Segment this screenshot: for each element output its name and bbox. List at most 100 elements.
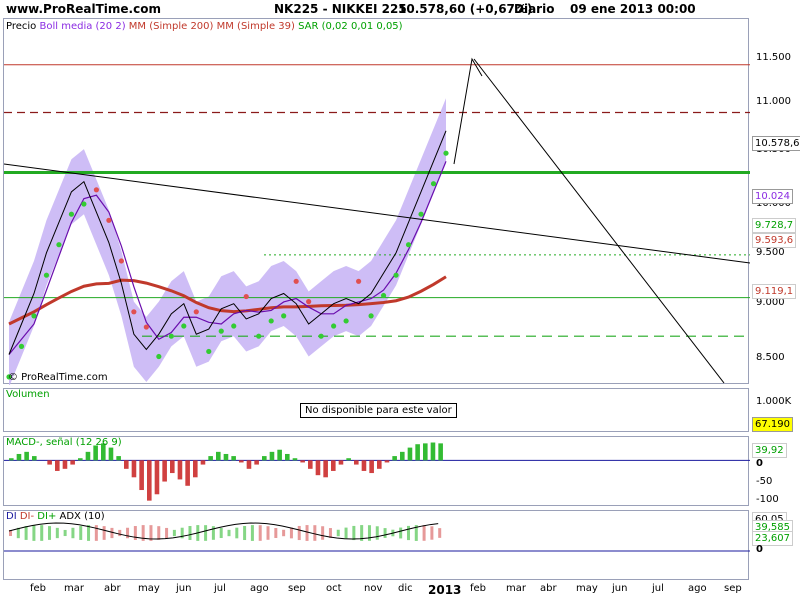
legend-adx: ADX (10) <box>59 511 105 522</box>
x-axis-label: dic <box>398 583 413 594</box>
di-bar <box>243 525 247 541</box>
di-bar <box>305 525 309 541</box>
sar-dot <box>168 333 174 339</box>
macd-bar <box>300 460 305 463</box>
di-bar <box>250 525 254 541</box>
macd-bar <box>354 460 359 465</box>
di-bar <box>188 526 192 540</box>
price-ytick: 8.500 <box>756 352 785 363</box>
sar-dot <box>118 258 124 264</box>
price-ytick: 11.000 <box>756 96 791 107</box>
x-axis-label: mar <box>64 583 84 594</box>
legend-di-plus: DI+ <box>37 511 57 522</box>
watermark: © ProRealTime.com <box>8 372 108 383</box>
sar-dot <box>206 348 212 355</box>
x-axis-label: feb <box>30 583 47 594</box>
price-panel[interactable] <box>3 18 751 388</box>
macd-bar <box>377 460 382 469</box>
x-axis-label: may <box>138 583 160 594</box>
di-bar <box>399 527 403 539</box>
macd-bar <box>285 453 290 461</box>
sar-dot <box>343 318 349 324</box>
macd-bar <box>392 456 397 461</box>
dmi-ytick: 0 <box>756 544 763 555</box>
di-bar <box>204 525 208 541</box>
legend-di: DI <box>6 511 17 522</box>
dmi-legend: DI DI- DI+ ADX (10) <box>6 511 105 522</box>
di-bar <box>266 526 270 540</box>
macd-legend: MACD-, señal (12 26 9) <box>6 437 122 448</box>
di-bar <box>352 525 356 541</box>
di-bar <box>79 526 83 540</box>
price-ytick: 9.500 <box>756 247 785 258</box>
macd-bar <box>216 451 221 461</box>
macd-bar <box>400 451 405 461</box>
sar-dot <box>243 293 249 300</box>
sar-badge: 9.728,7 <box>752 218 797 233</box>
legend-mm200: MM (Simple 200) <box>128 21 214 32</box>
macd-ytick: -100 <box>756 494 779 505</box>
di-bar <box>227 529 231 537</box>
macd-bar <box>185 460 190 486</box>
macd-bar <box>407 447 413 461</box>
sar-dot <box>218 328 224 334</box>
macd-bar <box>124 460 129 469</box>
di-bar <box>235 527 239 539</box>
di-bar <box>172 529 176 537</box>
di-bar <box>40 525 44 541</box>
macd-bar <box>116 456 121 461</box>
macd-bar <box>292 458 298 461</box>
macd-bar <box>423 443 428 461</box>
x-axis-label: ago <box>688 583 707 594</box>
di-bar <box>87 525 91 541</box>
macd-bar <box>70 460 75 465</box>
macd-bar <box>200 460 206 465</box>
volume-legend: Volumen <box>6 389 50 400</box>
sar-dot <box>81 201 87 207</box>
sar-dot <box>231 323 237 329</box>
di-bar <box>367 525 371 541</box>
x-axis-label: sep <box>288 583 306 594</box>
x-axis-label: abr <box>540 583 557 594</box>
legend-sar: SAR (0,02 0,01 0,05) <box>298 21 403 32</box>
macd-bar <box>231 456 236 461</box>
macd-bar <box>254 460 259 465</box>
di-bar <box>94 525 98 541</box>
dmi-chart <box>4 522 750 552</box>
macd-bar <box>262 456 267 461</box>
di-bar <box>313 525 317 541</box>
macd-bar <box>223 453 229 461</box>
sar-dot <box>306 299 312 305</box>
macd-bar <box>16 453 22 461</box>
macd-bar <box>55 460 60 471</box>
macd-bar <box>147 460 152 501</box>
di-bar <box>32 525 36 541</box>
sar-dot <box>56 242 62 248</box>
macd-bar <box>85 451 91 461</box>
quote-value: 10.578,60 (+0,67%) <box>398 2 533 16</box>
macd-bar <box>308 460 313 469</box>
sar-dot <box>393 272 399 278</box>
legend-di-minus: DI- <box>19 511 35 522</box>
sar-dot <box>380 292 387 299</box>
legend-price: Precio <box>6 21 37 32</box>
sar-dot <box>256 333 262 339</box>
volume-ytick: 1.000K <box>756 396 792 407</box>
di-bar <box>406 525 410 541</box>
sar-dot <box>181 323 187 329</box>
dmi-panel[interactable] <box>3 510 750 580</box>
di-bar <box>344 527 348 539</box>
site-name[interactable]: www.ProRealTime.com <box>6 2 161 16</box>
x-axis-label: oct <box>326 583 342 594</box>
di-bar <box>383 528 387 538</box>
sar-dot <box>93 187 99 193</box>
macd-bar <box>208 456 213 461</box>
datetime-label: 09 ene 2013 00:00 <box>570 2 696 16</box>
di-bar <box>126 527 130 539</box>
projection-line-up <box>453 57 483 165</box>
sar-dot <box>405 242 412 248</box>
sar-dot <box>18 343 25 349</box>
di-bar <box>55 527 59 539</box>
legend-boll: Boll media (20 2) <box>39 21 126 32</box>
macd-bar <box>9 458 14 461</box>
